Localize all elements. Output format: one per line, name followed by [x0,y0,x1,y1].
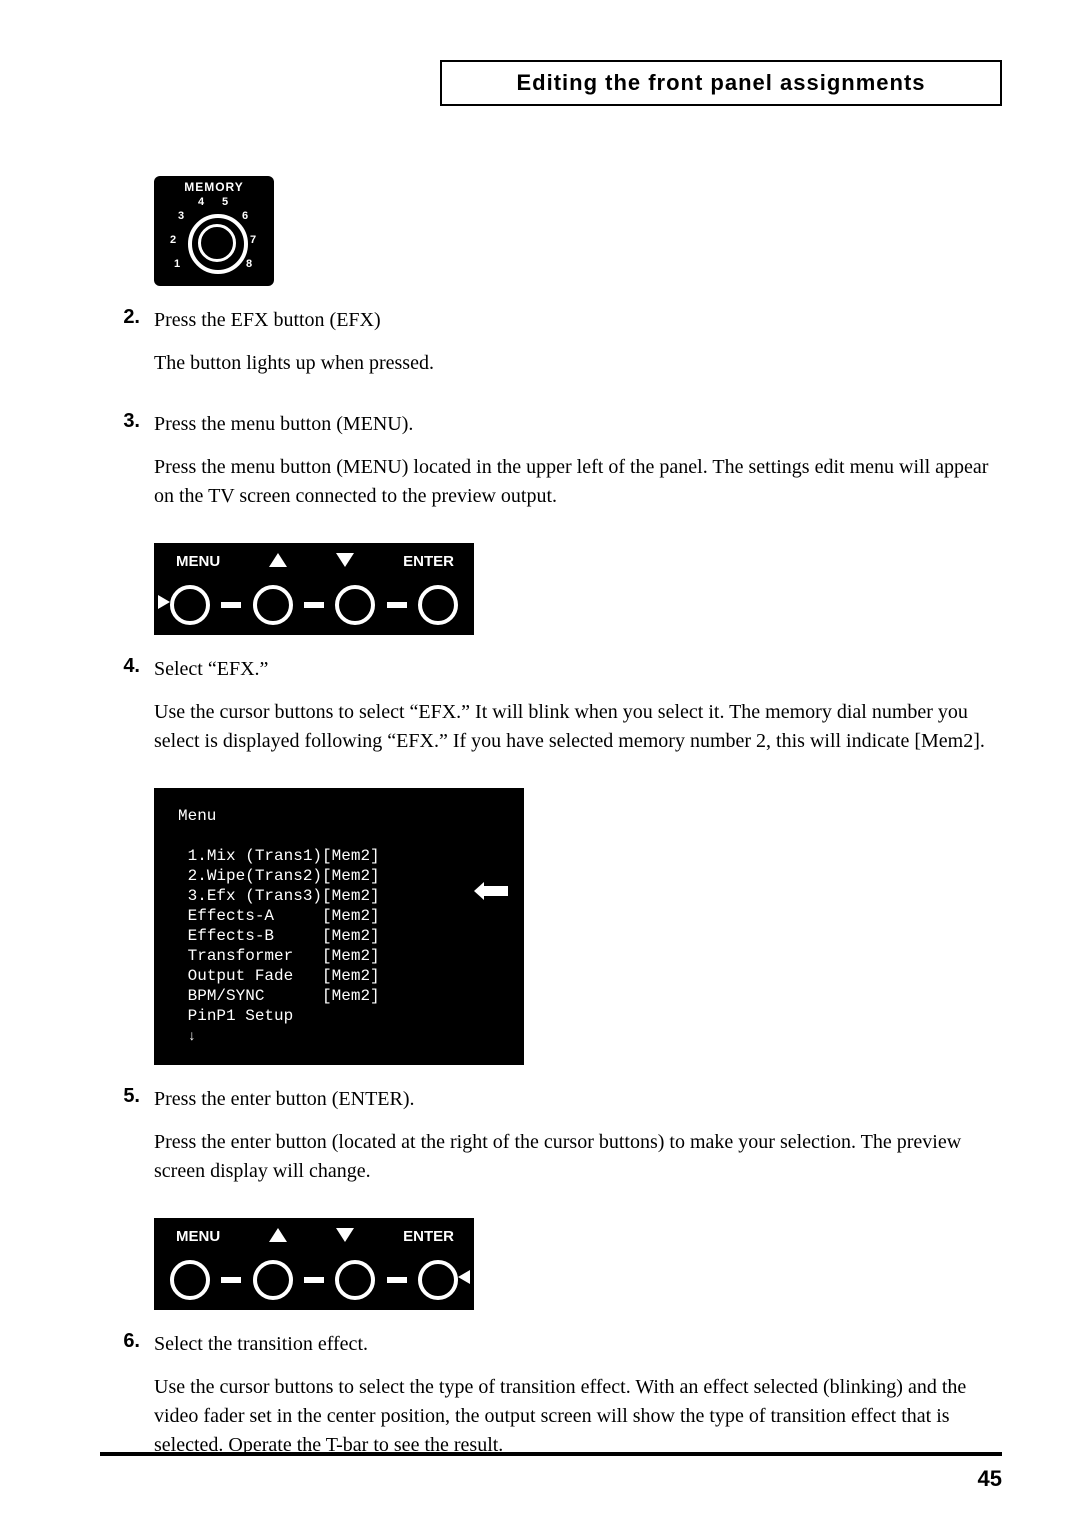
page-number: 45 [978,1466,1002,1492]
menu-label: MENU [176,1228,220,1245]
screen-line: Effects-B [Mem2] [188,927,380,945]
up-icon [269,1228,287,1242]
arrow-left-icon [484,882,508,902]
dial-num-7: 7 [250,234,256,246]
section-header: Editing the front panel assignments [440,60,1002,106]
screen-line: 3.Efx (Trans3)[Mem2] [188,887,380,905]
dial-num-2: 2 [170,234,176,246]
screen-line: Transformer [Mem2] [188,947,380,965]
screen-line: 1.Mix (Trans1)[Mem2] [188,847,380,865]
step-number: 3. [100,410,154,525]
enter-label: ENTER [403,1228,454,1245]
step-title: Press the EFX button (EFX) [154,306,1002,335]
step-5: 5. Press the enter button (ENTER). Press… [100,1085,1002,1200]
down-button-icon [335,585,375,625]
step-text: Press the enter button (located at the r… [154,1128,1002,1186]
dial-num-6: 6 [242,210,248,222]
screen-line: Output Fade [Mem2] [188,967,380,985]
menu-button-strip-figure: MENU ENTER [154,543,474,635]
step-number: 5. [100,1085,154,1200]
arrow-left-icon [458,1270,470,1284]
onscreen-menu-figure: Menu 1.Mix (Trans1)[Mem2] 2.Wipe(Trans2)… [154,788,524,1065]
memory-dial-figure: MEMORY 1 2 3 4 5 6 7 8 [154,176,274,286]
step-title: Select “EFX.” [154,655,1002,684]
step-title: Press the menu button (MENU). [154,410,1002,439]
dial-num-4: 4 [198,196,204,208]
menu-button-icon [170,1260,210,1300]
enter-label: ENTER [403,553,454,570]
footer-rule [100,1452,1002,1456]
up-button-icon [253,1260,293,1300]
enter-button-icon [418,1260,458,1300]
screen-line: PinP1 Setup [188,1007,294,1025]
step-2: 2. Press the EFX button (EFX) The button… [100,306,1002,392]
down-button-icon [335,1260,375,1300]
dial-num-5: 5 [222,196,228,208]
up-icon [269,553,287,567]
screen-line: Effects-A [Mem2] [188,907,380,925]
down-icon [336,553,354,567]
step-title: Select the transition effect. [154,1330,1002,1359]
up-button-icon [253,585,293,625]
dial-num-8: 8 [246,258,252,270]
menu-button-strip-figure: MENU ENTER [154,1218,474,1310]
step-text: Use the cursor buttons to select the typ… [154,1373,1002,1460]
menu-button-icon [170,585,210,625]
down-icon [336,1228,354,1242]
enter-button-icon [418,585,458,625]
step-3: 3. Press the menu button (MENU). Press t… [100,410,1002,525]
dial-num-3: 3 [178,210,184,222]
step-4: 4. Select “EFX.” Use the cursor buttons … [100,655,1002,770]
dial-num-1: 1 [174,258,180,270]
step-text: The button lights up when pressed. [154,349,1002,378]
memory-label: MEMORY [154,180,274,194]
screen-line: BPM/SYNC [Mem2] [188,987,380,1005]
screen-line: 2.Wipe(Trans2)[Mem2] [188,867,380,885]
step-text: Use the cursor buttons to select “EFX.” … [154,698,1002,756]
step-number: 2. [100,306,154,392]
step-title: Press the enter button (ENTER). [154,1085,1002,1114]
screen-title: Menu [178,807,216,825]
arrow-right-icon [158,595,170,609]
step-number: 4. [100,655,154,770]
down-arrow-icon: ↓ [188,1029,196,1045]
menu-label: MENU [176,553,220,570]
step-text: Press the menu button (MENU) located in … [154,453,1002,511]
